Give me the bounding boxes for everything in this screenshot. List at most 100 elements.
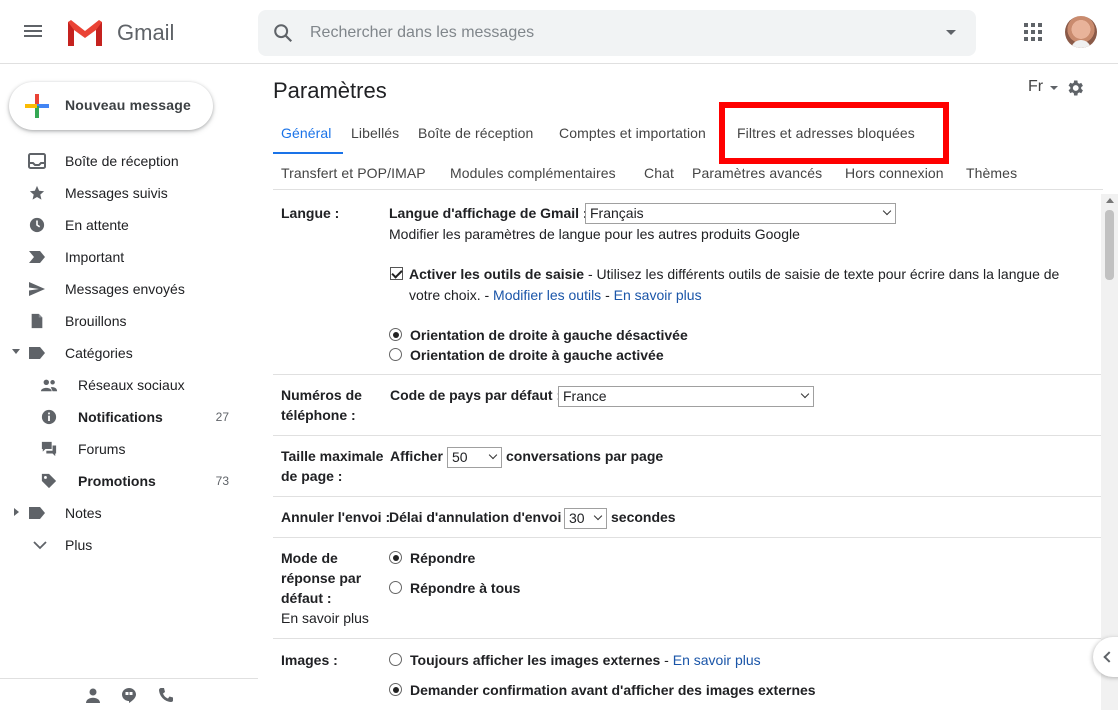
search-bar[interactable] xyxy=(258,10,976,56)
page-size-select[interactable]: 50 xyxy=(447,447,502,468)
star-icon xyxy=(29,185,45,200)
ask-before-images-label: Demander confirmation avant d'afficher d… xyxy=(410,682,816,698)
tab-addons[interactable]: Modules complémentaires xyxy=(450,165,616,181)
google-apps-icon[interactable] xyxy=(1024,23,1042,41)
expand-caret-icon[interactable] xyxy=(14,508,19,516)
rtl-on-radio[interactable] xyxy=(389,348,402,361)
input-tools-line-1: Activer les outils de saisie - Utilisez … xyxy=(409,266,1060,282)
sidebar-item-drafts[interactable]: Brouillons xyxy=(0,305,258,337)
person-icon[interactable] xyxy=(85,687,101,703)
sidebar-item-label: Messages suivis xyxy=(65,185,168,201)
setting-row-undo-send: Annuler l'envoi : Délai d'annulation d'e… xyxy=(273,497,1101,538)
tab-inbox[interactable]: Boîte de réception xyxy=(418,125,533,141)
learn-more-link[interactable]: En savoir plus xyxy=(673,652,761,668)
always-show-images-label: Toujours afficher les images externes - … xyxy=(410,652,761,668)
sidebar-item-label: Promotions xyxy=(78,473,156,489)
hangouts-icon[interactable] xyxy=(121,687,137,703)
caret-down-icon[interactable] xyxy=(1050,86,1058,90)
label-icon xyxy=(29,507,45,519)
display-language-select[interactable]: Français xyxy=(585,203,896,224)
send-icon xyxy=(29,282,45,296)
learn-more-link[interactable]: En savoir plus xyxy=(281,608,369,628)
reply-all-radio[interactable] xyxy=(389,581,402,594)
reply-radio[interactable] xyxy=(389,551,402,564)
tab-accounts-import[interactable]: Comptes et importation xyxy=(559,125,706,141)
tab-filters-blocked[interactable]: Filtres et adresses bloquées xyxy=(737,125,915,141)
compose-button[interactable]: Nouveau message xyxy=(9,82,213,130)
sidebar-item-forums[interactable]: Forums xyxy=(0,433,258,465)
rtl-on-label: Orientation de droite à gauche activée xyxy=(410,347,664,363)
tab-chat[interactable]: Chat xyxy=(644,165,674,181)
sidebar-item-label: Forums xyxy=(78,441,126,457)
gmail-logo-icon[interactable] xyxy=(66,18,104,48)
sidebar-item-starred[interactable]: Messages suivis xyxy=(0,177,258,209)
search-input[interactable] xyxy=(310,10,910,56)
sidebar-item-label: Catégories xyxy=(65,345,133,361)
sidebar-item-snoozed[interactable]: En attente xyxy=(0,209,258,241)
setting-row-language: Langue : Langue d'affichage de Gmail : F… xyxy=(273,194,1101,375)
active-tab-indicator xyxy=(273,152,343,154)
sidebar-item-sent[interactable]: Messages envoyés xyxy=(0,273,258,305)
tab-forwarding-pop-imap[interactable]: Transfert et POP/IMAP xyxy=(281,165,426,181)
undo-delay-suffix: secondes xyxy=(611,509,676,525)
people-icon xyxy=(40,379,58,392)
sidebar-item-label: En attente xyxy=(65,217,129,233)
sidebar-item-social[interactable]: Réseaux sociaux xyxy=(0,369,258,401)
sidebar-item-notes[interactable]: Notes xyxy=(0,497,258,529)
scrollbar[interactable] xyxy=(1101,194,1118,710)
setting-row-reply-mode: Mode de réponse par défaut : En savoir p… xyxy=(273,538,1101,639)
scroll-up-arrow-icon[interactable] xyxy=(1106,198,1114,203)
sidebar-item-important[interactable]: Important xyxy=(0,241,258,273)
sidebar-item-more[interactable]: Plus xyxy=(0,529,258,561)
country-code-select[interactable]: France xyxy=(558,386,814,407)
sidebar-item-label: Brouillons xyxy=(65,313,127,329)
label-icon xyxy=(29,347,45,359)
inbox-icon xyxy=(28,153,46,169)
undo-delay-select[interactable]: 30 xyxy=(564,508,607,529)
sidebar-item-label: Important xyxy=(65,249,125,265)
search-options-caret-icon[interactable] xyxy=(946,30,956,35)
search-icon[interactable] xyxy=(272,22,294,44)
sidebar-item-promotions[interactable]: Promotions 73 xyxy=(0,465,258,497)
sidebar-item-notifications[interactable]: Notifications 27 xyxy=(0,401,258,433)
info-icon xyxy=(41,409,57,425)
gear-icon[interactable] xyxy=(1065,78,1085,98)
tab-offline[interactable]: Hors connexion xyxy=(845,165,944,181)
tab-advanced[interactable]: Paramètres avancés xyxy=(692,165,822,181)
tab-themes[interactable]: Thèmes xyxy=(966,165,1017,181)
settings-panel: Paramètres Fr Général Libellés Boîte de … xyxy=(258,64,1118,710)
always-show-images-radio[interactable] xyxy=(389,653,402,666)
draft-icon xyxy=(31,313,43,329)
account-avatar[interactable] xyxy=(1065,16,1097,48)
sidebar-item-inbox[interactable]: Boîte de réception xyxy=(0,145,258,177)
setting-row-phone: Numéros de téléphone : Code de pays par … xyxy=(273,375,1101,436)
enable-input-tools-checkbox[interactable] xyxy=(390,267,403,280)
expand-caret-icon[interactable] xyxy=(12,349,20,354)
ask-before-images-radio[interactable] xyxy=(389,683,402,696)
setting-row-images: Images : Toujours afficher les images ex… xyxy=(273,639,1101,710)
tab-labels[interactable]: Libellés xyxy=(351,125,399,141)
sidebar-item-categories[interactable]: Catégories xyxy=(0,337,258,369)
phone-icon[interactable] xyxy=(158,687,174,703)
setting-label: Mode de xyxy=(281,550,338,566)
forum-icon xyxy=(41,441,57,457)
main-menu-button[interactable] xyxy=(24,22,48,42)
modify-input-tools-link[interactable]: Modifier les outils xyxy=(493,287,601,303)
country-code-label: Code de pays par défaut : xyxy=(390,387,562,403)
rtl-off-radio[interactable] xyxy=(389,328,402,341)
page-size-suffix: conversations par page xyxy=(506,448,664,464)
settings-content: Langue : Langue d'affichage de Gmail : F… xyxy=(258,194,1101,710)
setting-label: Annuler l'envoi : xyxy=(281,509,391,525)
show-label: Afficher xyxy=(390,448,443,464)
plus-icon xyxy=(25,94,49,118)
setting-label: réponse par xyxy=(281,570,362,586)
tag-icon xyxy=(41,473,57,489)
learn-more-link[interactable]: En savoir plus xyxy=(614,287,702,303)
divider xyxy=(273,189,1103,190)
input-language-button[interactable]: Fr xyxy=(1028,78,1043,96)
tab-general[interactable]: Général xyxy=(281,125,332,141)
reply-label: Répondre xyxy=(410,550,476,566)
reply-all-label: Répondre à tous xyxy=(410,580,521,596)
scrollbar-thumb[interactable] xyxy=(1105,210,1114,280)
other-products-language-link[interactable]: Modifier les paramètres de langue pour l… xyxy=(389,224,800,244)
